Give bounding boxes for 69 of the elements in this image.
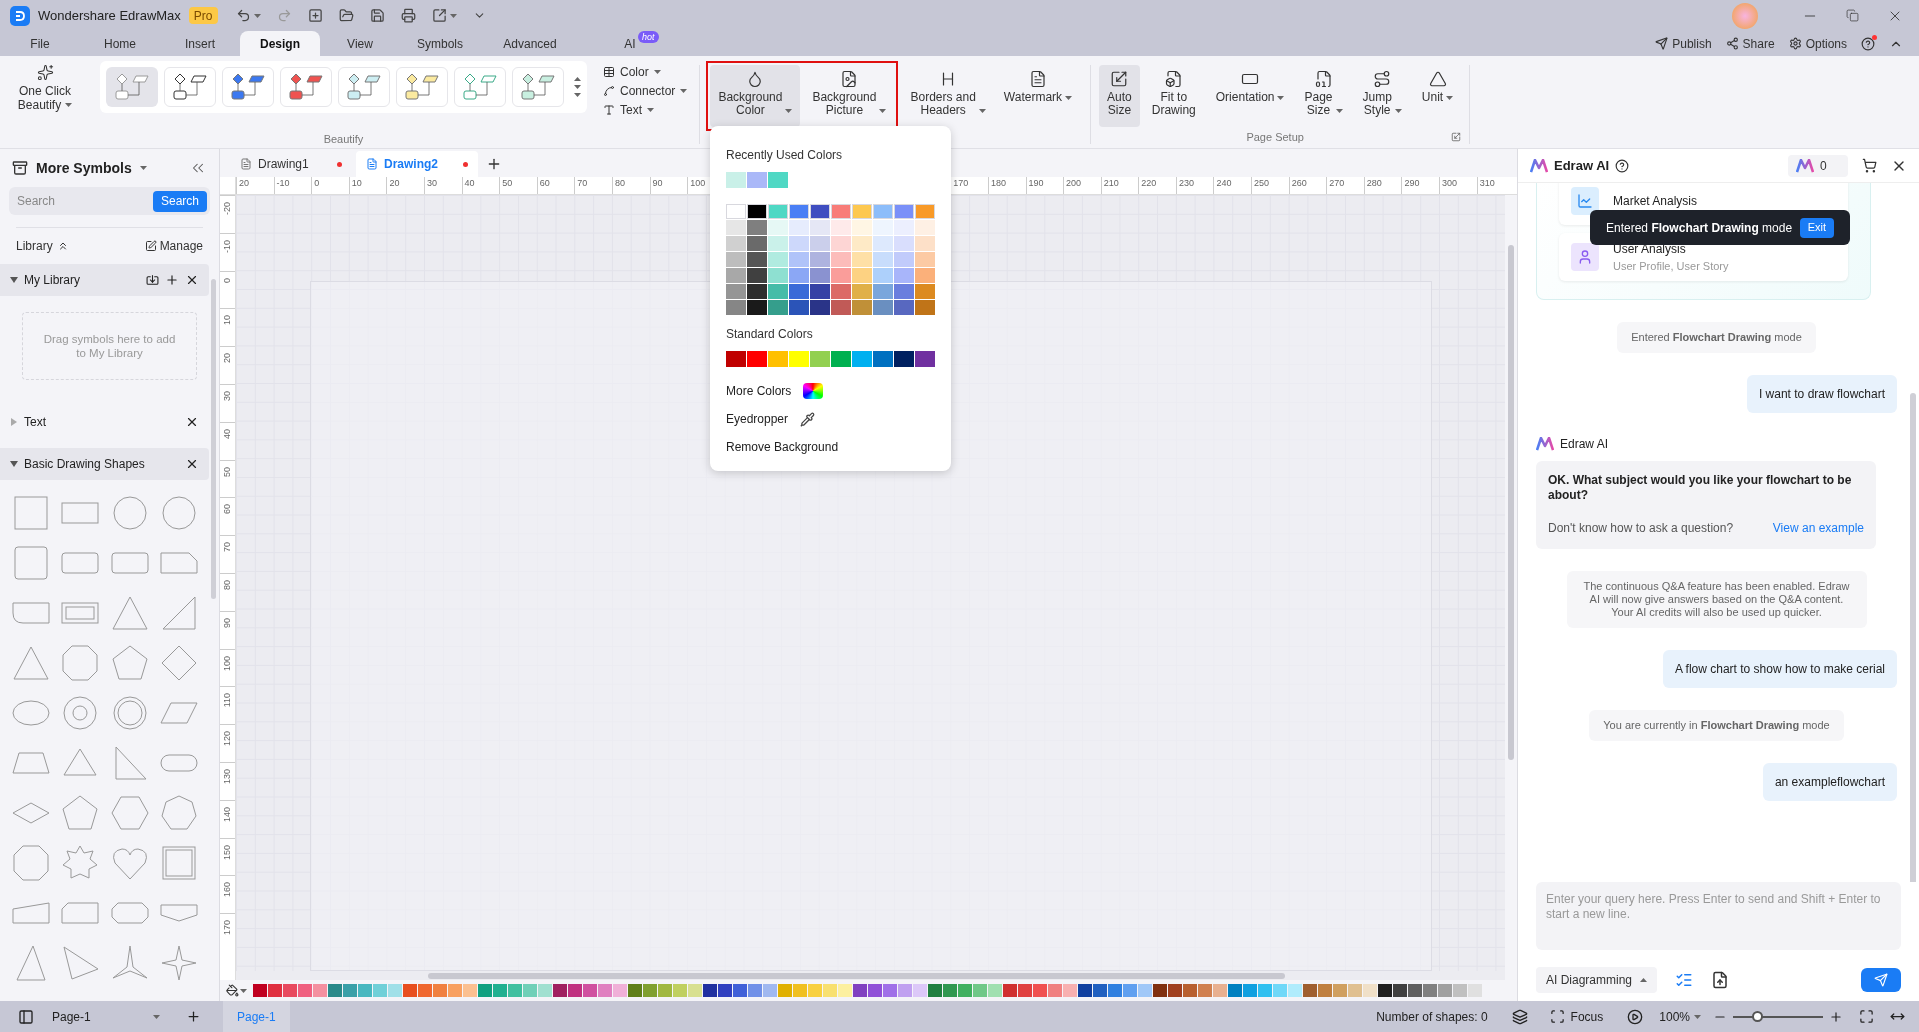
mode-select[interactable]: AI Diagramming (1536, 967, 1658, 993)
document-tab[interactable]: Drawing1 (230, 151, 352, 177)
exit-button[interactable]: Exit (1799, 217, 1834, 238)
search-button[interactable]: Search (152, 190, 207, 212)
search-field[interactable]: Search Search (9, 187, 210, 215)
menu-item[interactable]: Remove Background (726, 438, 839, 456)
menu-tab[interactable]: AI hot (580, 31, 680, 56)
ribbon-button[interactable]: Orientation (1207, 65, 1293, 127)
query-input[interactable]: Enter your query here. Press Enter to send and Shift + Enter to start a new line. (1536, 882, 1901, 950)
menu-tab[interactable]: Advanced (480, 31, 580, 56)
format-menu-button[interactable]: Color (603, 63, 688, 80)
ribbon-button[interactable]: Auto Size (1099, 65, 1140, 127)
group-label: Beautify (323, 132, 364, 147)
menu-tab[interactable]: File (0, 31, 80, 56)
toolbar-button[interactable]: Options (1788, 34, 1847, 53)
system-notice: Entered Flowchart Drawing mode (1617, 322, 1816, 353)
system-notice: You are currently in Flowchart Drawing mode (1589, 710, 1844, 741)
card-title: Market Analysis (1613, 193, 1698, 210)
ai-message: OK. What subject would you like your flowchart to be about? (1548, 473, 1853, 503)
format-menu-button[interactable]: Connector (603, 82, 688, 99)
system-notice: The continuous Q&A feature has been enabled. Edraw AI will now give answers based on the Q&A content. Your AI credits will also be used up quicker. (1566, 571, 1867, 628)
toolbar-button[interactable]: Share (1725, 34, 1775, 53)
card-title: User Analysis (1613, 240, 1687, 258)
menu-item[interactable]: Eyedropper (726, 410, 789, 428)
menu-tab[interactable]: Insert (160, 31, 240, 56)
format-menu-button[interactable]: Text (603, 101, 688, 118)
section-title: Standard Colors (726, 326, 814, 343)
ribbon-button[interactable]: Page Size (1296, 65, 1351, 127)
focus-button[interactable]: Focus (1549, 1007, 1604, 1026)
menu-tab[interactable]: Home (80, 31, 160, 56)
toolbar-button[interactable]: Publish (1655, 34, 1712, 53)
ribbon-button[interactable]: Background Color (710, 65, 801, 127)
sender-name: Edraw AI (1560, 436, 1609, 453)
section-header[interactable]: Basic Drawing Shapes (0, 448, 209, 480)
ribbon-button[interactable]: Borders and Headers (902, 65, 994, 127)
window-title: Wondershare EdrawMax (38, 6, 181, 25)
library-label[interactable]: Library (16, 237, 53, 255)
hot-badge: hot (638, 31, 659, 43)
menu-tab[interactable]: View (320, 31, 400, 56)
section-header[interactable]: My Library (0, 264, 209, 296)
shape-count: Number of shapes: 0 (1376, 1008, 1488, 1026)
beautify-button[interactable]: One Click Beautify (0, 61, 90, 123)
credits-counter[interactable]: 0 (1788, 154, 1848, 177)
ribbon-button[interactable]: Watermark (995, 65, 1081, 127)
example-link[interactable]: View an example (1772, 519, 1864, 537)
zoom-select[interactable]: 100% (1659, 1007, 1701, 1026)
manage-link[interactable]: Manage (159, 237, 203, 255)
section-header[interactable]: Text (0, 406, 209, 438)
menu-item[interactable]: More Colors (726, 382, 792, 400)
page-select[interactable]: Page-1 (52, 1007, 160, 1026)
card-subtitle: User Profile, User Story (1613, 258, 1729, 274)
user-message: an exampleflowchart (1762, 763, 1897, 801)
user-message: I want to draw flowchart (1746, 375, 1897, 413)
menu-tab[interactable]: Design (240, 31, 320, 56)
document-tab[interactable]: Drawing2 (356, 151, 478, 177)
menu-tab[interactable]: Symbols (400, 31, 480, 56)
section-title: Recently Used Colors (726, 147, 844, 164)
drop-zone: Drag symbols here to add to My Library (22, 312, 197, 380)
user-message: A flow chart to show how to make cerial (1662, 650, 1897, 688)
ribbon-button[interactable]: Background Picture (804, 65, 895, 127)
ribbon-button[interactable]: Fit to Drawing (1143, 65, 1204, 127)
group-label: Page Setup (1246, 130, 1304, 145)
hint-text: Don't know how to ask a question? (1548, 520, 1734, 537)
panel-title: Edraw AI (1554, 156, 1610, 175)
ribbon-button[interactable]: Unit (1413, 65, 1462, 127)
plan-badge: Pro (188, 7, 218, 24)
panel-title[interactable]: More Symbols (36, 157, 132, 179)
ribbon-button[interactable]: Jump Style (1354, 65, 1410, 127)
vertical-ruler: -20 -10 0 10 20 30 40 50 60 70 80 90 100 110 120 130 140 150 160 170 (220, 195, 236, 980)
